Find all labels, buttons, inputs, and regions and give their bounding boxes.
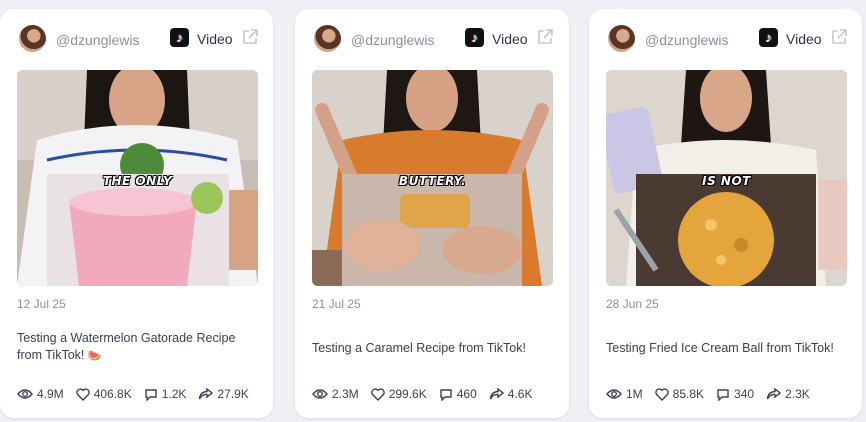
eye-icon (17, 389, 33, 399)
video-card[interactable]: @dzunglewis ♪ Video IS NOT 28 Jun 25 Tes… (589, 9, 862, 418)
likes-count: 85.8K (672, 387, 705, 401)
post-date: 21 Jul 25 (312, 297, 361, 311)
video-caption-overlay: IS NOT (702, 174, 751, 188)
views-count: 4.9M (37, 387, 64, 401)
views-stat: 2.3M (312, 387, 359, 401)
heart-icon (370, 387, 385, 401)
content-type-label: Video (492, 31, 528, 47)
likes-count: 299.6K (388, 387, 427, 401)
views-count: 2.3M (332, 387, 359, 401)
comments-stat: 340 (716, 387, 754, 401)
post-date: 12 Jul 25 (17, 297, 66, 311)
avatar[interactable] (314, 25, 341, 52)
post-date: 28 Jun 25 (606, 297, 659, 311)
comments-stat: 460 (439, 387, 477, 401)
post-title[interactable]: Testing a Watermelon Gatorade Recipe fro… (17, 330, 257, 365)
likes-stat: 85.8K (654, 387, 705, 401)
watermelon-emoji: 🍉 (87, 350, 102, 362)
heart-icon (654, 387, 669, 401)
comments-stat: 1.2K (144, 387, 187, 401)
post-title-text: Testing a Caramel Recipe from TikTok! (312, 341, 526, 355)
engagement-stats: 2.3M 299.6K 460 4.6K (312, 385, 544, 403)
creator-handle[interactable]: @dzunglewis (351, 32, 434, 48)
comment-icon (717, 388, 729, 401)
comments-count: 460 (456, 387, 477, 401)
content-type-label: Video (786, 31, 822, 47)
views-stat: 4.9M (17, 387, 64, 401)
likes-stat: 299.6K (370, 387, 427, 401)
tiktok-icon: ♪ (170, 28, 189, 47)
card-header: @dzunglewis ♪ Video (589, 25, 862, 53)
video-thumbnail[interactable]: BUTTERY. (312, 70, 553, 286)
engagement-stats: 1M 85.8K 340 2.3K (606, 385, 822, 403)
shares-count: 27.9K (217, 387, 249, 401)
external-link-icon[interactable] (241, 28, 259, 46)
views-stat: 1M (606, 387, 643, 401)
engagement-stats: 4.9M 406.8K 1.2K 27.9K (17, 385, 261, 403)
video-caption-overlay: THE ONLY (102, 174, 173, 188)
comments-count: 340 (734, 387, 755, 401)
share-icon (766, 388, 782, 400)
video-caption-overlay: BUTTERY. (398, 174, 467, 188)
video-card[interactable]: @dzunglewis ♪ Video THE ONLY 12 Jul 25 T… (0, 9, 273, 418)
heart-icon (75, 387, 90, 401)
card-header: @dzunglewis ♪ Video (0, 25, 273, 53)
card-header: @dzunglewis ♪ Video (295, 25, 569, 53)
video-thumbnail[interactable]: THE ONLY (17, 70, 258, 286)
external-link-icon[interactable] (536, 28, 554, 46)
tiktok-icon: ♪ (465, 28, 484, 47)
shares-stat: 4.6K (489, 387, 533, 401)
share-icon (489, 388, 504, 400)
post-title-text: Testing Fried Ice Cream Ball from TikTok… (606, 341, 834, 355)
video-card[interactable]: @dzunglewis ♪ Video BUTTERY. 21 Jul 25 T… (295, 9, 569, 418)
creator-handle[interactable]: @dzunglewis (56, 32, 139, 48)
comment-icon (145, 388, 157, 401)
post-title-text: Testing a Watermelon Gatorade Recipe fro… (17, 331, 236, 362)
tiktok-icon: ♪ (759, 28, 778, 47)
shares-count: 2.3K (785, 387, 810, 401)
shares-stat: 2.3K (766, 387, 810, 401)
comment-icon (440, 388, 452, 401)
video-thumbnail[interactable]: IS NOT (606, 70, 847, 286)
comments-count: 1.2K (161, 387, 187, 401)
external-link-icon[interactable] (830, 28, 848, 46)
creator-handle[interactable]: @dzunglewis (645, 32, 728, 48)
likes-stat: 406.8K (75, 387, 132, 401)
shares-count: 4.6K (507, 387, 533, 401)
eye-icon (312, 389, 328, 399)
likes-count: 406.8K (93, 387, 132, 401)
post-title[interactable]: Testing a Caramel Recipe from TikTok! (312, 340, 552, 357)
post-title[interactable]: Testing Fried Ice Cream Ball from TikTok… (606, 340, 846, 357)
eye-icon (606, 389, 622, 399)
avatar[interactable] (608, 25, 635, 52)
views-count: 1M (626, 387, 643, 401)
shares-stat: 27.9K (198, 387, 249, 401)
avatar[interactable] (19, 25, 46, 52)
share-icon (199, 388, 214, 400)
content-type-label: Video (197, 31, 233, 47)
